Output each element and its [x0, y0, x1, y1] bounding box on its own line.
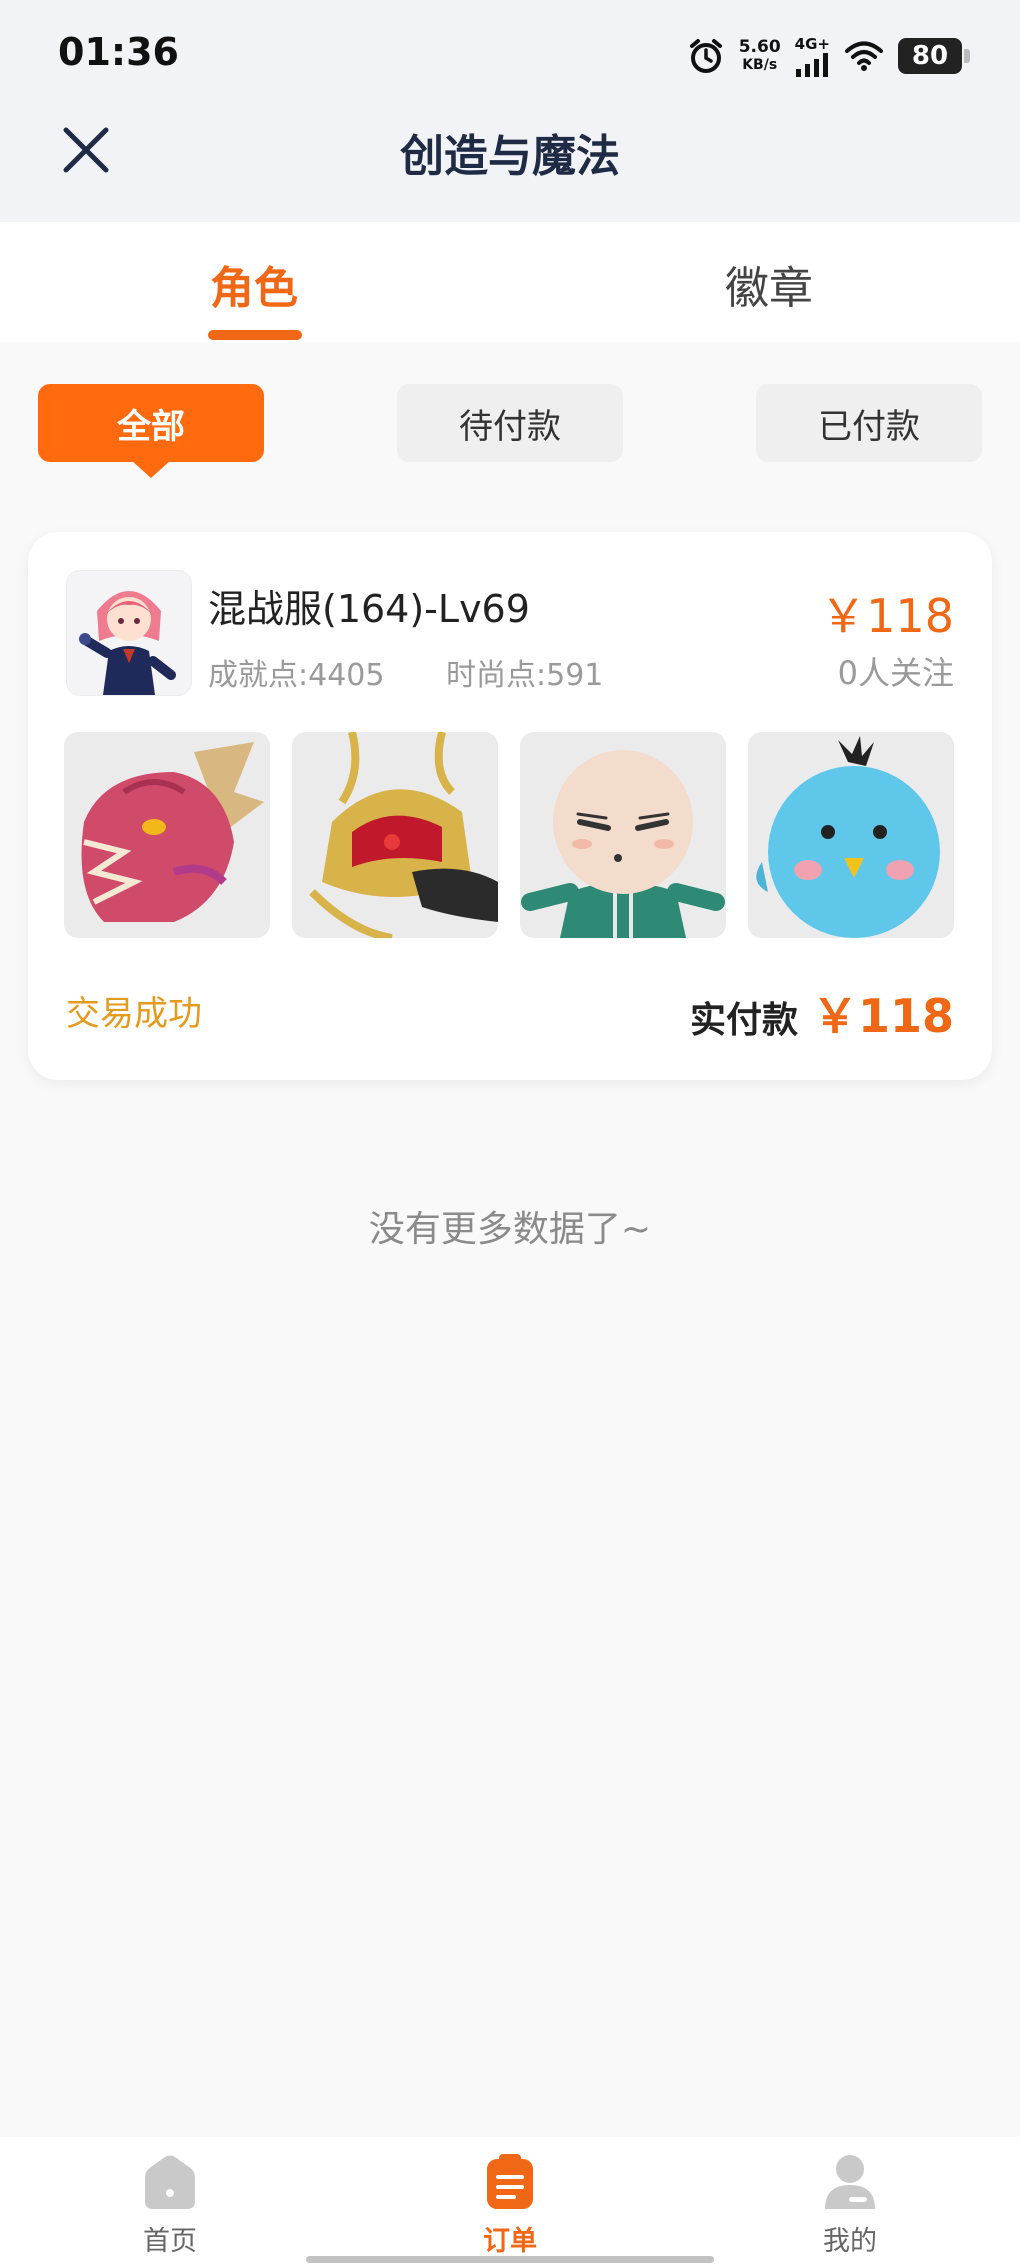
alarm-icon	[689, 39, 722, 73]
bottom-nav: 首页 订单 我的	[0, 2137, 1020, 2267]
filter-all-button[interactable]: 全部	[38, 384, 264, 478]
item-stats: 成就点:4405 时尚点:591	[208, 650, 655, 694]
network-speed: 5.60 KB/s	[738, 37, 781, 73]
fashion-points: 时尚点:591	[446, 658, 604, 693]
order-card[interactable]: 混战服(164)-Lv69 成就点:4405 时尚点:591 ￥118 0人关注	[28, 532, 992, 1080]
bald-character-image	[520, 732, 726, 938]
nav-profile[interactable]: 我的	[770, 2153, 930, 2258]
item-price: ￥118	[820, 589, 954, 643]
paid-total: 实付款 ￥118	[690, 980, 954, 1046]
home-indicator[interactable]	[306, 2256, 714, 2263]
follower-count: 0人关注	[837, 654, 954, 692]
cellular-signal: 4G+	[795, 35, 830, 77]
battery-indicator: 80	[898, 38, 970, 74]
anime-girl-image	[67, 571, 191, 695]
dragon-head-thumbnail[interactable]	[64, 732, 270, 938]
paid-amount: ￥118	[811, 989, 954, 1043]
bald-character-thumbnail[interactable]	[520, 732, 726, 938]
nav-orders[interactable]: 订单	[430, 2153, 590, 2258]
dragon-head-image	[64, 732, 270, 938]
golden-helmet-thumbnail[interactable]	[292, 732, 498, 938]
blue-bird-image	[748, 732, 954, 938]
profile-icon	[825, 2155, 875, 2209]
character-avatar	[66, 570, 192, 696]
app-header: 创造与魔法	[0, 110, 1020, 222]
wifi-icon	[845, 41, 883, 71]
tab-role[interactable]: 角色	[210, 252, 298, 316]
filter-pending-button[interactable]: 待付款	[397, 384, 623, 462]
order-icon	[487, 2154, 533, 2209]
category-tabs: 角色 徽章	[0, 222, 1020, 342]
signal-bars-icon	[795, 53, 828, 77]
clock: 01:36	[58, 30, 179, 74]
blue-bird-thumbnail[interactable]	[748, 732, 954, 938]
page-title: 创造与魔法	[400, 131, 620, 182]
golden-helmet-image	[292, 732, 498, 938]
tab-badge[interactable]: 徽章	[725, 252, 813, 316]
item-name: 混战服(164)-Lv69	[208, 587, 530, 631]
achievement-points: 成就点:4405	[208, 658, 385, 693]
nav-home[interactable]: 首页	[90, 2153, 250, 2258]
trade-status: 交易成功	[66, 994, 202, 1034]
item-thumbnails	[64, 732, 954, 938]
paid-label: 实付款	[689, 1000, 798, 1041]
status-icons: 5.60 KB/s 4G+ 80	[687, 34, 970, 78]
no-more-data-text: 没有更多数据了~	[368, 1209, 652, 1250]
status-bar: 01:36 5.60 KB/s 4G+ 80	[0, 0, 1020, 110]
filter-paid-button[interactable]: 已付款	[756, 384, 982, 462]
home-icon	[145, 2155, 195, 2209]
active-tab-indicator	[208, 330, 302, 340]
